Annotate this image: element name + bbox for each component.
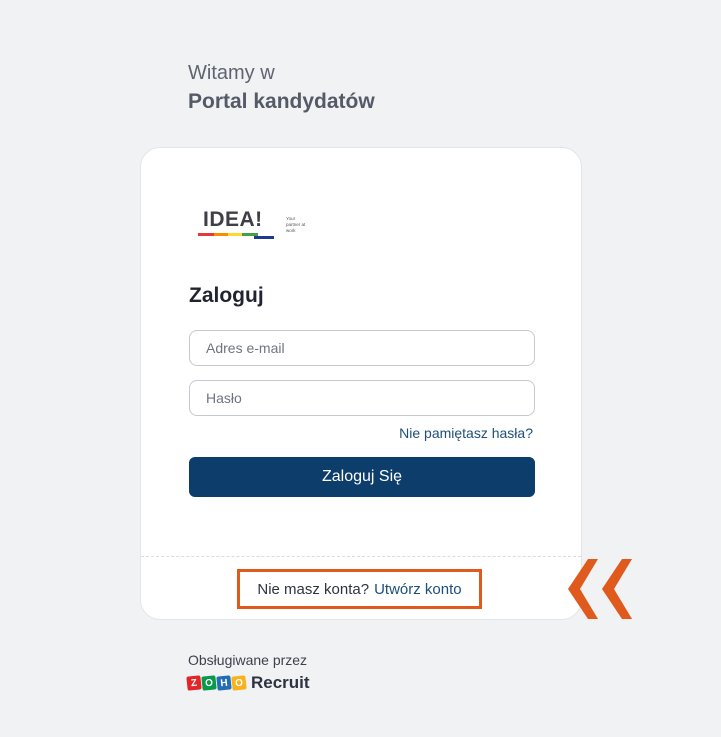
zoho-tile: O (201, 675, 217, 691)
portal-title: Portal kandydatów (188, 90, 375, 113)
double-chevron-left-icon (568, 559, 632, 619)
zoho-tile: O (231, 675, 247, 691)
recruit-label: Recruit (251, 673, 310, 692)
login-title: Zaloguj (189, 284, 264, 307)
logo-tagline: Your partner at work (286, 216, 306, 233)
forgot-password-link[interactable]: Nie pamiętasz hasła? (399, 425, 533, 441)
logo-wordmark: IDEA! (203, 208, 263, 231)
divider (141, 556, 581, 557)
zoho-recruit-logo: Z O H O Recruit (186, 673, 310, 693)
zoho-tile: Z (186, 675, 202, 691)
login-button[interactable]: Zaloguj Się (189, 457, 535, 497)
logo-stripes (198, 233, 274, 239)
signup-highlight: Nie masz konta? Utwórz konto (237, 569, 482, 609)
login-card: IDEA! Your partner at work Zaloguj Nie p… (140, 147, 582, 620)
email-field[interactable] (189, 330, 535, 366)
zoho-tile: H (216, 675, 232, 691)
welcome-heading: Witamy w Portal kandydatów (188, 61, 375, 119)
company-logo: IDEA! Your partner at work (198, 208, 308, 242)
signup-prompt: Nie masz konta? (257, 580, 370, 598)
welcome-line: Witamy w (188, 62, 275, 84)
create-account-link[interactable]: Utwórz konto (374, 581, 462, 598)
password-field[interactable] (189, 380, 535, 416)
powered-by-label: Obsługiwane przez (188, 652, 308, 668)
